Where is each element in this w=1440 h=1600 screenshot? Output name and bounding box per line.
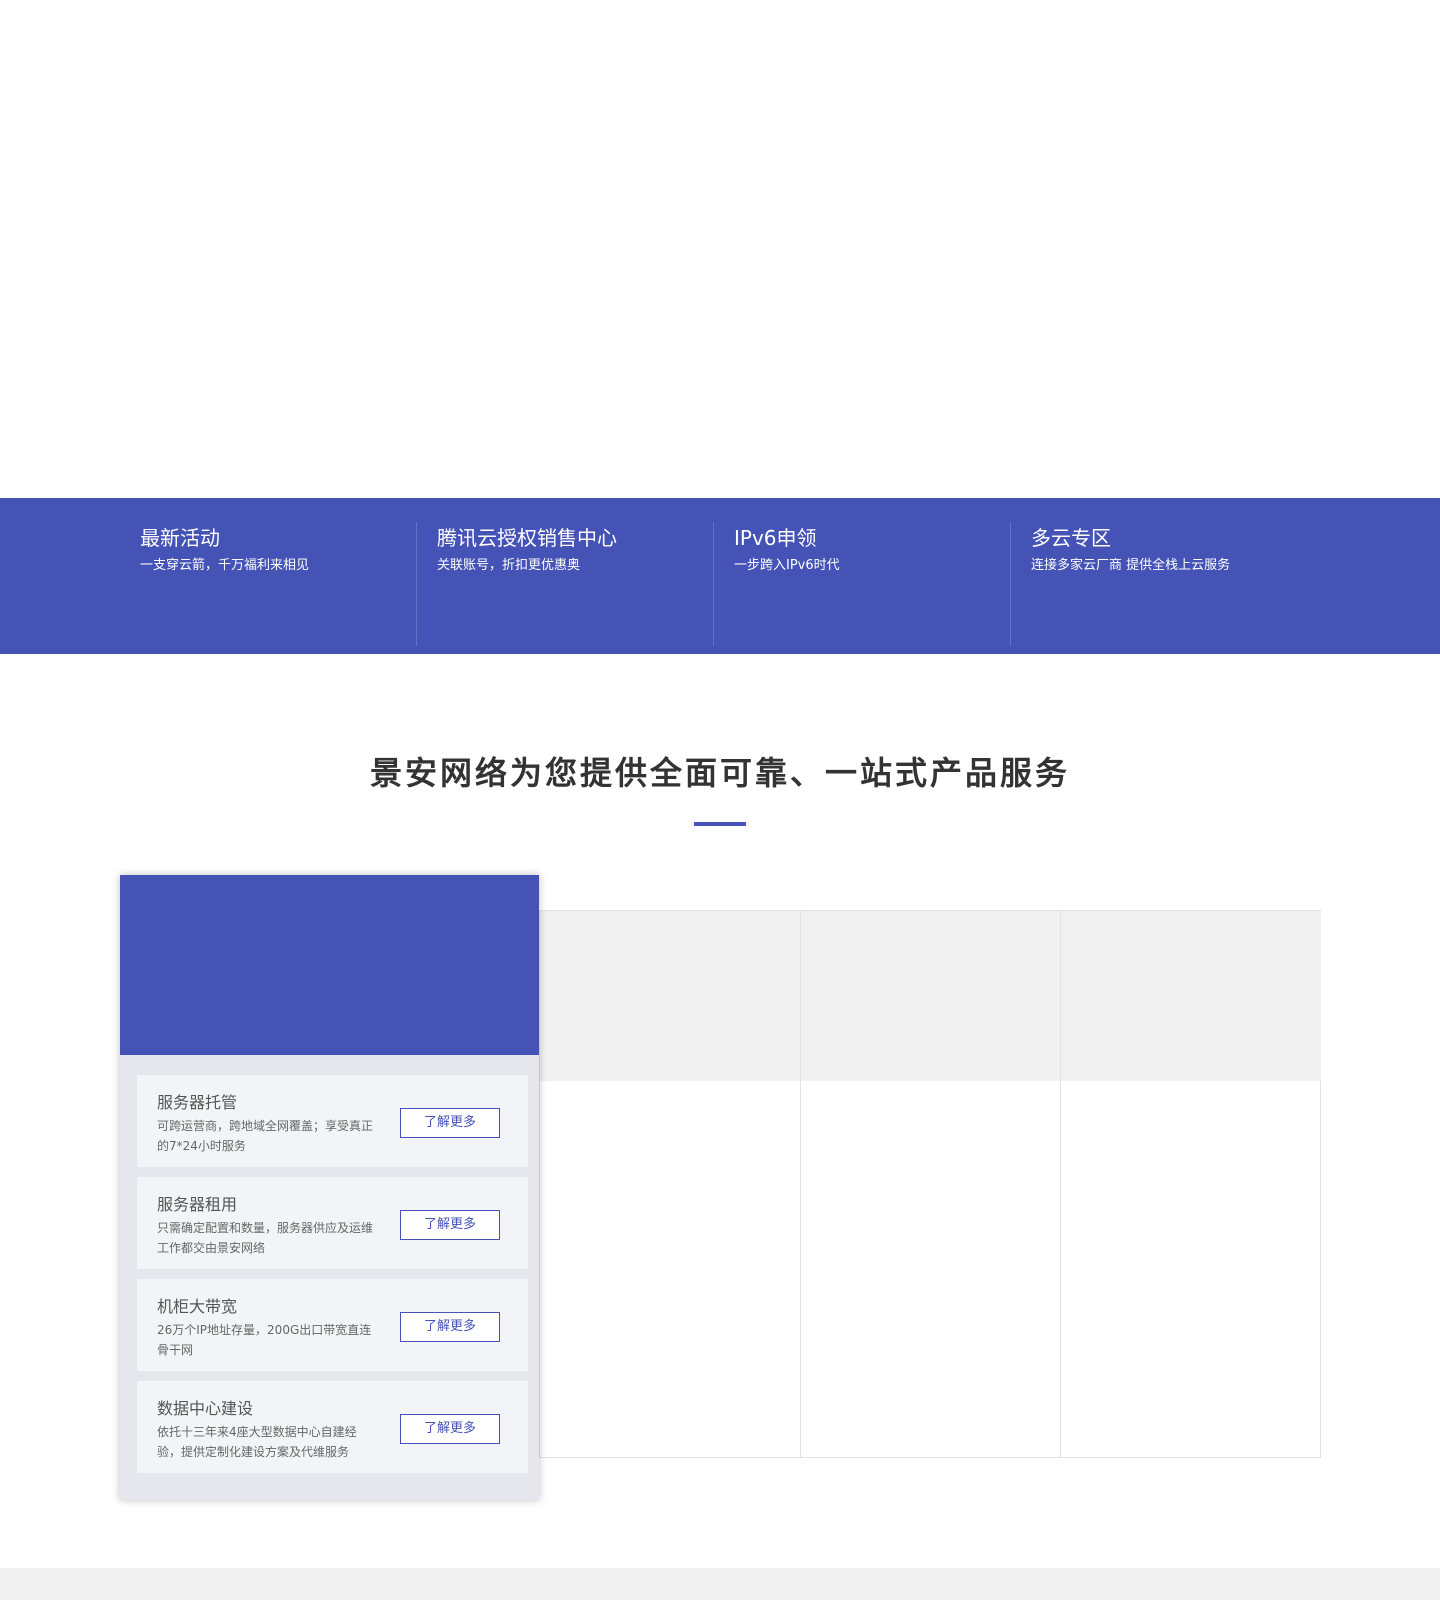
promo-subtitle: 连接多家云厂商 提供全栈上云服务 (1031, 558, 1231, 573)
learn-more-button[interactable]: 了解更多 (400, 1108, 500, 1138)
product-column-header (540, 911, 800, 1081)
learn-more-button[interactable]: 了解更多 (400, 1210, 500, 1240)
product-column-header (1061, 911, 1321, 1081)
hero-banner (0, 0, 1440, 498)
service-title: 机柜大带宽 (157, 1297, 238, 1316)
service-title: 服务器租用 (157, 1195, 238, 1214)
promo-bar: 最新活动 一支穿云箭，千万福利来相见 腾讯云授权销售中心 关联账号，折扣更优惠奥… (0, 498, 1440, 654)
promo-item-tencent-cloud[interactable]: 腾讯云授权销售中心 关联账号，折扣更优惠奥 (437, 522, 707, 646)
learn-more-button[interactable]: 了解更多 (400, 1312, 500, 1342)
promo-title: 多云专区 (1031, 526, 1111, 550)
promo-subtitle: 关联账号，折扣更优惠奥 (437, 558, 581, 573)
footer-strip (0, 1568, 1440, 1600)
product-column-header (801, 911, 1061, 1081)
promo-item-multicloud[interactable]: 多云专区 连接多家云厂商 提供全栈上云服务 (1031, 522, 1331, 646)
service-description: 依托十三年来4座大型数据中心自建经验，提供定制化建设方案及代维服务 (157, 1425, 357, 1459)
product-grid (539, 910, 1321, 1458)
learn-more-button[interactable]: 了解更多 (400, 1414, 500, 1444)
service-card-datacenter: 数据中心建设 依托十三年来4座大型数据中心自建经验，提供定制化建设方案及代维服务… (137, 1381, 528, 1473)
product-column (540, 911, 800, 1457)
title-underline (694, 822, 746, 826)
service-card-hosting: 服务器托管 可跨运营商，跨地域全网覆盖；享受真正的7*24小时服务 了解更多 (137, 1075, 528, 1167)
promo-divider (416, 522, 417, 646)
promo-item-ipv6[interactable]: IPv6申领 一步跨入IPv6时代 (734, 522, 1004, 646)
service-description: 26万个IP地址存量，200G出口带宽直连骨干网 (157, 1323, 372, 1357)
promo-title: 腾讯云授权销售中心 (437, 526, 617, 550)
product-column (1061, 911, 1321, 1457)
promo-subtitle: 一步跨入IPv6时代 (734, 558, 840, 573)
product-column (801, 911, 1061, 1457)
service-description: 只需确定配置和数量，服务器供应及运维工作都交由景安网络 (157, 1221, 374, 1255)
promo-divider (1010, 522, 1011, 646)
section-title: 景安网络为您提供全面可靠、一站式产品服务 (369, 754, 1070, 792)
promo-item-activities[interactable]: 最新活动 一支穿云箭，千万福利来相见 (140, 522, 410, 646)
service-title: 服务器托管 (157, 1093, 238, 1112)
service-card-rental: 服务器租用 只需确定配置和数量，服务器供应及运维工作都交由景安网络 了解更多 (137, 1177, 528, 1269)
service-description: 可跨运营商，跨地域全网覆盖；享受真正的7*24小时服务 (157, 1119, 374, 1153)
service-panel-header (120, 875, 539, 1055)
promo-divider (713, 522, 714, 646)
promo-subtitle: 一支穿云箭，千万福利来相见 (140, 558, 310, 573)
promo-title: 最新活动 (140, 526, 220, 550)
service-card-bandwidth: 机柜大带宽 26万个IP地址存量，200G出口带宽直连骨干网 了解更多 (137, 1279, 528, 1371)
service-panel: 服务器托管 可跨运营商，跨地域全网覆盖；享受真正的7*24小时服务 了解更多 服… (120, 875, 539, 1500)
promo-title: IPv6申领 (734, 526, 817, 550)
service-title: 数据中心建设 (157, 1399, 254, 1418)
